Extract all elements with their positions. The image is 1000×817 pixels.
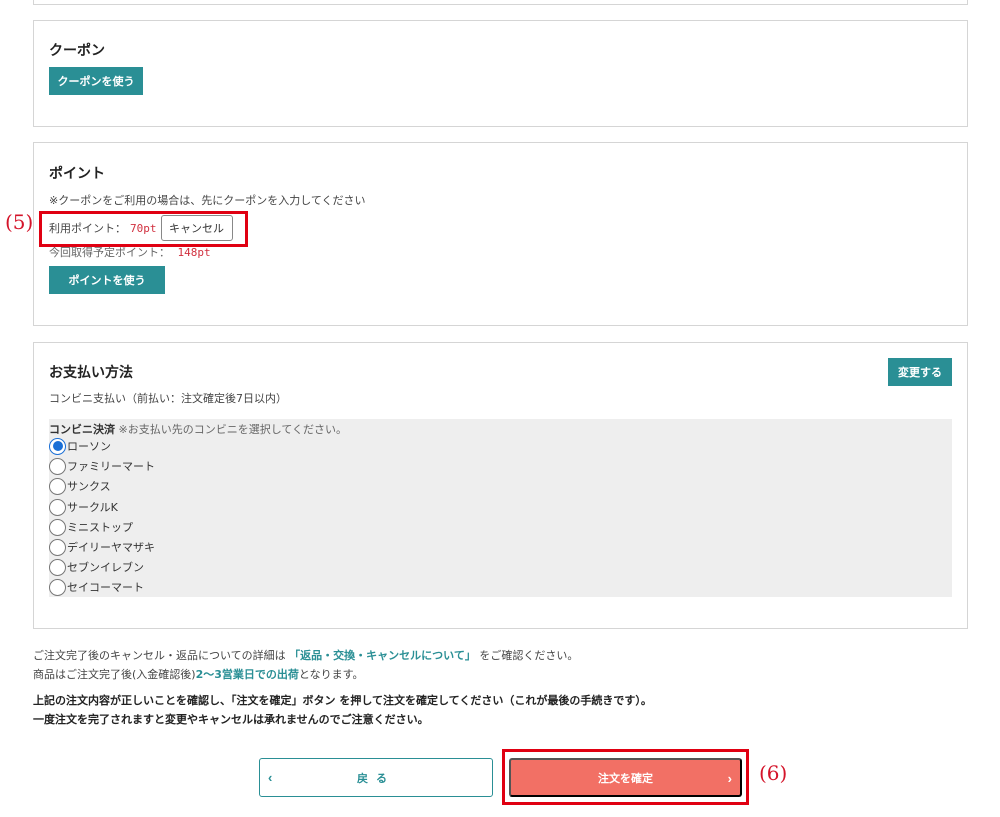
- annotation-label-6: (6): [759, 761, 788, 785]
- chevron-left-icon: ‹: [268, 770, 273, 785]
- annotation-highlight-5: [39, 211, 248, 247]
- store-option-label: ローソン: [67, 440, 111, 453]
- annotation-label-5: (5): [5, 210, 34, 234]
- store-option-label: セブンイレブン: [67, 561, 144, 574]
- back-button[interactable]: ‹ 戻る: [259, 758, 493, 797]
- store-option-label: サークルK: [67, 501, 118, 514]
- convenience-store-panel: コンビニ決済 ※お支払い先のコンビニを選択してください。 ローソン ファミリーマ…: [49, 419, 952, 597]
- shipping-pre: 商品はご注文完了後(入金確認後): [33, 668, 196, 681]
- point-title: ポイント: [49, 166, 105, 182]
- earned-points-value: 148pt: [177, 246, 211, 259]
- change-payment-button[interactable]: 変更する: [888, 358, 952, 386]
- annotation-highlight-6: [502, 749, 749, 805]
- store-option-lawson[interactable]: ローソン: [49, 436, 111, 456]
- no-change-warning: 一度注文を完了されますと変更やキャンセルは承れませんのでご注意ください。: [33, 713, 429, 726]
- payment-title: お支払い方法: [49, 365, 133, 381]
- store-option-label: デイリーヤマザキ: [67, 541, 155, 554]
- radio-icon[interactable]: [49, 457, 66, 475]
- radio-selected-icon[interactable]: [49, 437, 66, 455]
- store-heading: コンビニ決済 ※お支払い先のコンビニを選択してください。: [49, 421, 347, 437]
- shipping-line: 商品はご注文完了後(入金確認後)2〜3営業日での出荷となります。: [33, 666, 363, 682]
- store-option-seveneleven[interactable]: セブンイレブン: [49, 557, 144, 577]
- store-option-sunkus[interactable]: サンクス: [49, 476, 111, 496]
- radio-icon[interactable]: [49, 518, 66, 536]
- radio-icon[interactable]: [49, 477, 66, 495]
- store-heading-hint: ※お支払い先のコンビニを選択してください。: [118, 423, 348, 436]
- radio-icon[interactable]: [49, 538, 66, 556]
- coupon-first-note: ※クーポンをご利用の場合は、先にクーポンを入力してください: [49, 194, 366, 207]
- store-option-ministop[interactable]: ミニストップ: [49, 517, 133, 537]
- store-option-seicomart[interactable]: セイコーマート: [49, 577, 144, 597]
- radio-icon[interactable]: [49, 498, 66, 516]
- store-heading-label: コンビニ決済: [49, 423, 115, 436]
- store-option-label: ミニストップ: [67, 521, 133, 534]
- use-coupon-button[interactable]: クーポンを使う: [49, 67, 143, 95]
- use-points-button[interactable]: ポイントを使う: [49, 266, 165, 294]
- store-option-label: サンクス: [67, 480, 111, 493]
- coupon-title: クーポン: [49, 43, 105, 59]
- earned-points-label: 今回取得予定ポイント：: [49, 246, 170, 259]
- coupon-section: クーポン クーポンを使う: [33, 20, 968, 127]
- cancel-policy-pre: ご注文完了後のキャンセル・返品についての詳細は: [33, 649, 286, 662]
- cancel-policy-post: をご確認ください。: [479, 649, 579, 662]
- store-option-circlek[interactable]: サークルK: [49, 497, 118, 517]
- payment-method-description: コンビニ支払い（前払い：注文確定後7日以内）: [49, 392, 287, 405]
- radio-icon[interactable]: [49, 558, 66, 576]
- payment-section: お支払い方法 変更する コンビニ支払い（前払い：注文確定後7日以内） コンビニ決…: [33, 342, 968, 629]
- back-button-label: 戻る: [357, 772, 395, 785]
- confirm-instruction: 上記の注文内容が正しいことを確認し、「注文を確定」ボタン を押して注文を確定して…: [33, 694, 652, 707]
- shipping-days: 2〜3営業日での出荷: [195, 668, 299, 681]
- previous-section-edge: [33, 0, 968, 5]
- store-option-label: セイコーマート: [67, 581, 144, 594]
- shipping-post: となります。: [298, 668, 364, 681]
- store-option-dailyyamazaki[interactable]: デイリーヤマザキ: [49, 537, 155, 557]
- return-policy-link[interactable]: 「返品・交換・キャンセルについて」: [289, 649, 476, 662]
- radio-icon[interactable]: [49, 578, 66, 596]
- store-option-label: ファミリーマート: [67, 460, 155, 473]
- cancel-policy-line: ご注文完了後のキャンセル・返品についての詳細は 「返品・交換・キャンセルについて…: [33, 647, 578, 663]
- store-option-familymart[interactable]: ファミリーマート: [49, 456, 155, 476]
